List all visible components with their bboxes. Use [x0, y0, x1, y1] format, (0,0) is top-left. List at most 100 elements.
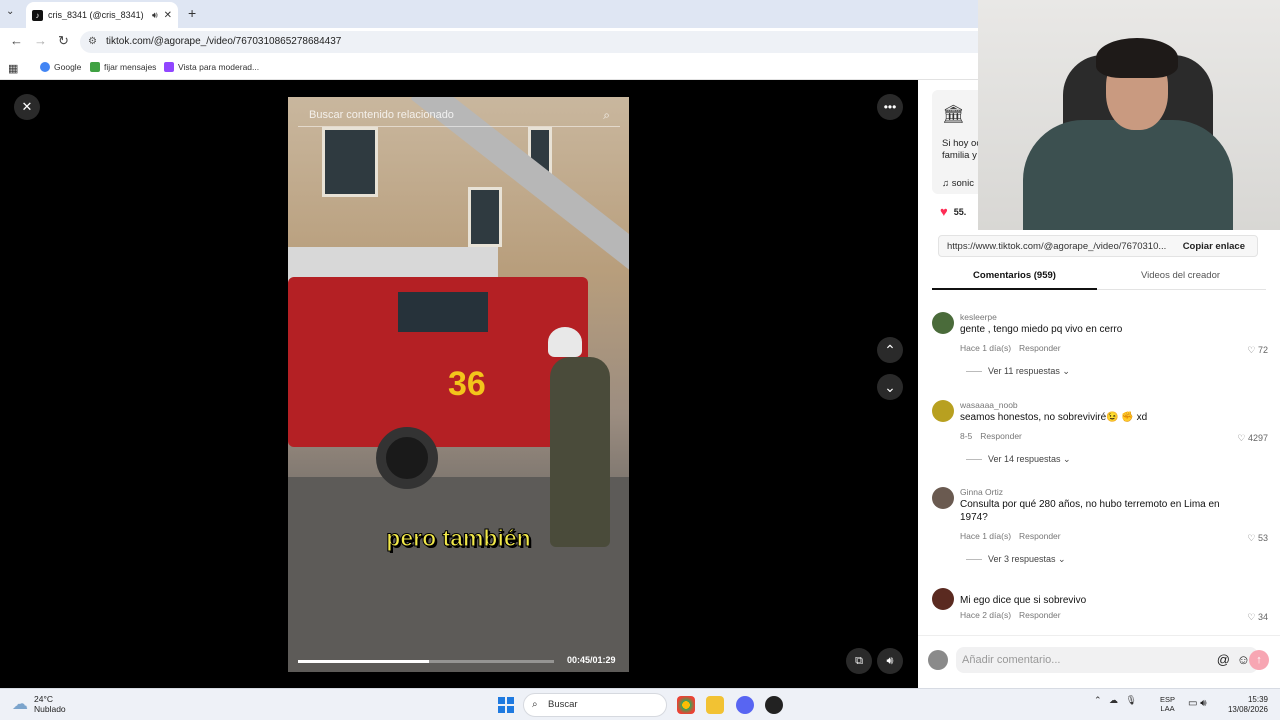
tab-close-icon[interactable]: ✕ [164, 10, 172, 21]
like-row[interactable]: ♥ 55. [940, 204, 966, 219]
creator-avatar-icon[interactable]: 🏛︎ [942, 104, 965, 126]
new-tab-button[interactable]: + [188, 5, 196, 21]
copy-link-button[interactable]: Copiar enlace [1174, 236, 1245, 256]
music-line[interactable]: ♫ sonic [942, 178, 974, 189]
reply-button[interactable]: Responder [1019, 610, 1061, 620]
discord-icon[interactable] [736, 696, 754, 714]
windows-taskbar: ☁ 24°C Nublado ⌕ Buscar ⌃ ☁ 🎙︎ ESP LAA ▭… [0, 688, 1280, 720]
heart-outline-icon[interactable]: ♡ [1247, 533, 1258, 543]
music-title: sonic [951, 178, 974, 189]
video-timecode: 00:45/01:29 [567, 655, 616, 665]
emoji-icon[interactable]: ☺ [1237, 647, 1250, 673]
bookmark-vista-moderador[interactable]: Vista para moderad... [164, 62, 259, 72]
network-volume-icons[interactable]: ▭ 🔊︎ [1188, 698, 1207, 709]
heart-outline-icon[interactable]: ♡ [1247, 345, 1258, 355]
browser-tab[interactable]: ♪ cris_8341 (@cris_8341) | Tik 🔊︎ ✕ [26, 2, 178, 28]
commenter-avatar[interactable] [932, 588, 954, 610]
commenter-name[interactable]: Ginna Ortiz [960, 487, 1003, 497]
comment-like[interactable]: ♡ 72 [1247, 345, 1268, 356]
fire-truck-window [398, 292, 488, 332]
back-arrow-icon[interactable]: ← [10, 33, 23, 48]
file-explorer-icon[interactable] [706, 696, 724, 714]
bookmark-label: fijar mensajes [104, 62, 157, 72]
comment-like[interactable]: ♡ 4297 [1237, 433, 1268, 444]
tab-creator-videos[interactable]: Videos del creador [1098, 270, 1263, 281]
bookmark-fijar-mensajes[interactable]: fijar mensajes [90, 62, 156, 72]
tab-comments[interactable]: Comentarios (959) [932, 270, 1097, 290]
video-progress-fill [298, 660, 429, 663]
view-replies-label: Ver 14 respuestas [988, 454, 1061, 464]
send-comment-button[interactable]: ↑ [1249, 650, 1269, 670]
taskbar-search[interactable]: ⌕ Buscar [523, 693, 667, 717]
commenter-avatar[interactable] [932, 487, 954, 509]
lang-bottom: LAA [1160, 704, 1175, 713]
clock-date: 13/08/2026 [1227, 705, 1268, 714]
language-indicator[interactable]: ESP LAA [1160, 695, 1175, 713]
bookmark-google[interactable]: Google [40, 62, 81, 72]
heart-icon[interactable]: ♥ [940, 204, 948, 219]
video-progress-bar[interactable] [298, 660, 554, 663]
my-avatar [928, 650, 948, 670]
comment-date: Hace 1 día(s) [960, 343, 1012, 353]
more-options-button[interactable]: ••• [877, 94, 903, 120]
commenter-avatar[interactable] [932, 400, 954, 422]
reply-button[interactable]: Responder [1019, 343, 1061, 353]
apps-grid-icon[interactable]: ▦ [8, 62, 18, 75]
view-replies-button[interactable]: Ver 3 respuestas ⌄ [966, 554, 1066, 565]
view-replies-label: Ver 3 respuestas [988, 554, 1056, 564]
previous-video-button[interactable]: ⌃ [877, 337, 903, 363]
comment-date: Hace 1 día(s) [960, 531, 1012, 541]
comment-like-count: 72 [1257, 345, 1268, 355]
obs-icon[interactable] [765, 696, 783, 714]
close-viewer-button[interactable]: ✕ [14, 94, 40, 120]
clock[interactable]: 15:39 13/08/2026 [1226, 695, 1268, 715]
commenter-avatar[interactable] [932, 312, 954, 334]
weather-widget[interactable]: ☁ 24°C Nublado [12, 694, 66, 714]
chevron-down-icon: ⌄ [1059, 366, 1070, 376]
miniplayer-button[interactable]: ⧉ [846, 648, 872, 674]
related-search-placeholder: Buscar contenido relacionado [309, 109, 454, 121]
site-info-icon[interactable]: ⚙ [88, 31, 97, 53]
person-hair [1096, 38, 1178, 78]
mention-icon[interactable]: @ [1217, 647, 1230, 673]
search-icon: ⌕ [532, 699, 538, 710]
clock-time: 15:39 [1247, 695, 1268, 704]
system-tray[interactable]: ⌃ ☁ 🎙︎ [1094, 695, 1137, 706]
taskbar-search-label: Buscar [548, 699, 578, 710]
comment-placeholder: Añadir comentario... [962, 654, 1061, 666]
audio-playing-icon[interactable]: 🔊︎ [152, 10, 158, 21]
panel-tabs: Comentarios (959) Videos del creador [932, 266, 1266, 290]
comment-input[interactable]: Añadir comentario... @ ☺ [956, 647, 1258, 673]
reply-button[interactable]: Responder [1019, 531, 1061, 541]
search-icon[interactable]: ⌕ [603, 103, 610, 127]
tab-title: cris_8341 (@cris_8341) | Tik [48, 10, 146, 20]
comment-date: Hace 2 día(s) [960, 610, 1012, 620]
video-caption: pero también [386, 525, 531, 552]
related-search-input[interactable]: Buscar contenido relacionado ⌕ [298, 103, 620, 127]
commenter-name[interactable]: kesleerpe [960, 312, 997, 322]
like-count: 55. [953, 206, 967, 217]
comment-like[interactable]: ♡ 34 [1247, 612, 1268, 623]
heart-outline-icon[interactable]: ♡ [1247, 612, 1258, 622]
reply-button[interactable]: Responder [980, 431, 1022, 441]
truck-wheel [376, 427, 438, 489]
heart-outline-icon[interactable]: ♡ [1237, 433, 1248, 443]
comment-text: Consulta por qué 280 años, no hubo terre… [960, 499, 1220, 523]
chrome-app-icon[interactable] [677, 696, 695, 714]
comment-meta: 8-5 Responder [960, 431, 1022, 441]
volume-button[interactable]: 🔊︎ [877, 648, 903, 674]
comment-like[interactable]: ♡ 53 [1247, 533, 1268, 544]
commenter-name[interactable]: wasaaaa_noob [960, 400, 1018, 410]
chevron-down-icon: ⌄ [1055, 554, 1066, 564]
view-replies-button[interactable]: Ver 14 respuestas ⌄ [966, 454, 1071, 465]
webcam-overlay [978, 0, 1280, 230]
video-frame[interactable]: 36 pero también Buscar contenido relacio… [288, 97, 629, 672]
next-video-button[interactable]: ⌄ [877, 374, 903, 400]
start-button[interactable] [498, 697, 514, 713]
comment-meta: Hace 1 día(s) Responder [960, 343, 1061, 353]
reload-icon[interactable]: ↻ [58, 33, 69, 49]
soldier-figure [550, 357, 610, 547]
view-replies-button[interactable]: Ver 11 respuestas ⌄ [966, 366, 1070, 377]
forward-arrow-icon[interactable]: → [34, 33, 47, 48]
tab-search-menu-icon[interactable]: ⌄ [6, 6, 14, 17]
